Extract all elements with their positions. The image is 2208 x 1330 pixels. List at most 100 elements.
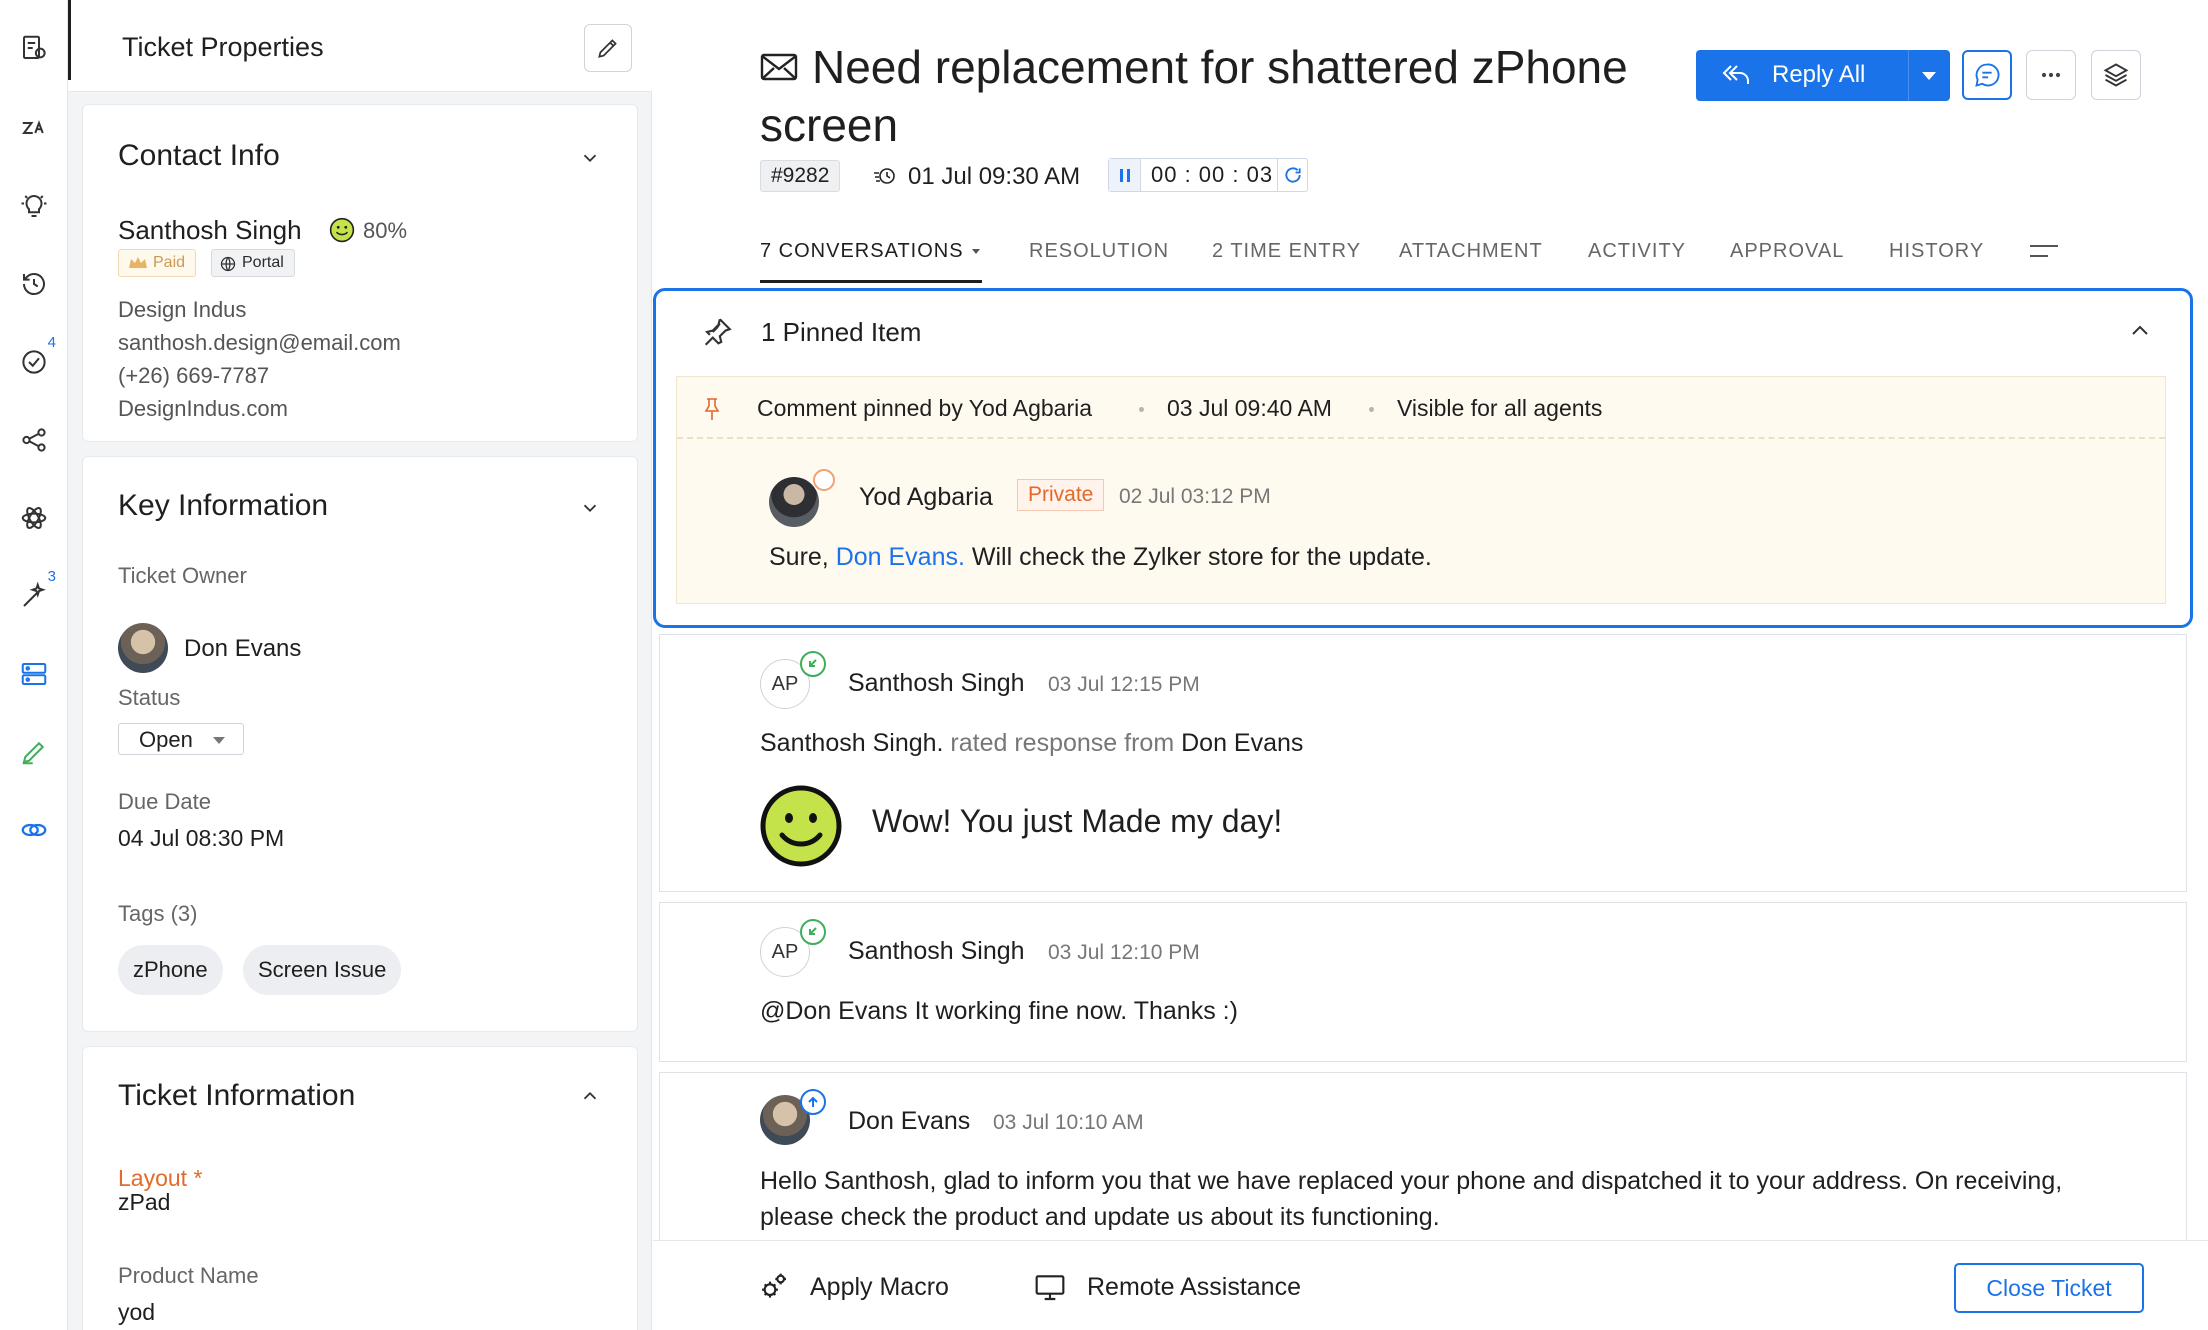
conversation-author[interactable]: Santhosh Singh (848, 669, 1025, 698)
icon-rail: 4 3 (0, 0, 68, 1330)
reply-all-button[interactable]: Reply All (1696, 50, 1950, 101)
active-indicator (68, 0, 71, 80)
rating-text: Wow! You just Made my day! (872, 803, 1283, 839)
tab-time-entry[interactable]: 2 TIME ENTRY (1212, 240, 1361, 263)
active-tab-underline (760, 280, 982, 283)
conversation-item: Don Evans 03 Jul 10:10 AM Hello Santhosh… (659, 1072, 2187, 1247)
separator-dot (1369, 407, 1374, 412)
status-label: Status (118, 685, 181, 710)
product-name-value[interactable]: yod (118, 1299, 155, 1326)
translate-icon[interactable] (14, 108, 54, 148)
apply-macro-button[interactable]: Apply Macro (810, 1273, 949, 1302)
tab-approval[interactable]: APPROVAL (1730, 240, 1844, 263)
magic-wand-icon[interactable]: 3 (14, 568, 56, 616)
tab-attachment[interactable]: ATTACHMENT (1399, 240, 1543, 263)
edit-properties-button[interactable] (584, 24, 632, 72)
pinned-items-panel: 1 Pinned Item Comment pinned by Yod Agba… (653, 288, 2193, 628)
tag-chip[interactable]: Screen Issue (243, 945, 402, 995)
due-clock-icon (874, 168, 895, 184)
atom-icon[interactable] (14, 498, 54, 538)
timer-value: 00 : 00 : 03 (1151, 162, 1274, 187)
reset-timer-button[interactable] (1277, 159, 1307, 191)
link-icon[interactable] (14, 810, 54, 850)
chevron-up-icon[interactable] (2128, 321, 2152, 339)
properties-title: Ticket Properties (122, 32, 324, 62)
tab-menu-icon[interactable] (2030, 244, 2058, 258)
layout-value[interactable]: zPad (118, 1189, 170, 1216)
contact-info-heading: Contact Info (118, 139, 280, 172)
contact-phone[interactable]: (+26) 669-7787 (118, 363, 269, 389)
pinned-heading: 1 Pinned Item (761, 317, 922, 347)
pause-timer-button[interactable] (1109, 159, 1141, 191)
yod-avatar (769, 477, 819, 527)
storage-icon[interactable] (14, 654, 54, 694)
pencil-icon (598, 39, 617, 58)
mention-link[interactable]: Don Evans. (836, 543, 965, 571)
ticket-properties-icon[interactable] (14, 28, 54, 68)
tasks-badge: 4 (47, 334, 56, 351)
incoming-icon (800, 919, 826, 945)
ticket-information-heading: Ticket Information (118, 1079, 356, 1112)
conversation-time: 03 Jul 10:10 AM (993, 1111, 1144, 1134)
layers-button[interactable] (2091, 50, 2141, 100)
owner-avatar (118, 623, 168, 673)
conversation-item: AP Santhosh Singh 03 Jul 12:15 PM Santho… (659, 634, 2187, 892)
more-options-button[interactable] (2026, 50, 2076, 100)
smiley-icon (329, 217, 355, 243)
tag-chip[interactable]: zPhone (118, 945, 223, 995)
lightbulb-icon[interactable] (14, 186, 54, 226)
wand-badge: 3 (47, 568, 56, 585)
portal-badge: Portal (211, 249, 295, 277)
contact-name[interactable]: Santhosh Singh (118, 215, 302, 246)
globe-icon (220, 256, 236, 272)
status-dropdown[interactable]: Open (118, 723, 244, 755)
comment-icon (1975, 63, 2000, 87)
outgoing-icon (800, 1089, 826, 1115)
pinned-comment: Comment pinned by Yod Agbaria 03 Jul 09:… (676, 376, 2166, 604)
chevron-up-icon[interactable] (579, 1085, 601, 1107)
reply-dropdown-icon[interactable] (1922, 72, 1936, 80)
caret-down-icon (213, 737, 225, 744)
caret-down-icon (971, 249, 980, 254)
ticket-information-card: Ticket Information Layout * zPad Product… (82, 1046, 638, 1330)
comment-author[interactable]: Yod Agbaria (859, 483, 993, 512)
happy-rating-icon (760, 785, 842, 867)
tags-label: Tags (3) (118, 901, 198, 926)
conversation-text: @Don Evans It working fine now. Thanks :… (760, 997, 1238, 1025)
contact-website[interactable]: DesignIndus.com (118, 396, 288, 422)
conversation-time: 03 Jul 12:15 PM (1048, 673, 1200, 696)
csat-score: 80% (363, 218, 408, 243)
pin-visibility: Visible for all agents (1397, 395, 1603, 421)
pen-icon[interactable] (14, 732, 54, 772)
remote-assistance-button[interactable]: Remote Assistance (1087, 1273, 1301, 1302)
crown-icon (129, 257, 147, 268)
conversation-item: AP Santhosh Singh 03 Jul 12:10 PM @Don E… (659, 902, 2187, 1062)
owner-name[interactable]: Don Evans (184, 635, 301, 663)
conversation-author[interactable]: Don Evans (848, 1107, 970, 1136)
product-name-label: Product Name (118, 1263, 259, 1288)
macro-gears-icon (762, 1273, 786, 1298)
conversation-author[interactable]: Santhosh Singh (848, 937, 1025, 966)
tab-conversations[interactable]: 7 CONVERSATIONS (760, 240, 980, 263)
ticket-id: #9282 (760, 160, 841, 192)
chevron-down-icon[interactable] (579, 147, 601, 169)
history-icon[interactable] (14, 264, 54, 304)
tasks-icon[interactable]: 4 (14, 334, 56, 382)
contact-email[interactable]: santhosh.design@email.com (118, 330, 401, 356)
contact-info-card: Contact Info Santhosh Singh 80% Paid Por… (82, 104, 638, 442)
refresh-icon (1285, 167, 1301, 183)
comment-button[interactable] (1962, 50, 2012, 100)
pinned-by: Comment pinned by Yod Agbaria (757, 395, 1093, 421)
tab-resolution[interactable]: RESOLUTION (1029, 240, 1169, 263)
key-information-card: Key Information Ticket Owner Don Evans S… (82, 456, 638, 1032)
conversation-text: Hello Santhosh, glad to inform you that … (760, 1167, 2063, 1231)
paid-label: Paid (153, 254, 186, 271)
tab-activity[interactable]: ACTIVITY (1588, 240, 1686, 263)
share-icon[interactable] (14, 420, 54, 460)
chevron-down-icon[interactable] (579, 497, 601, 519)
tab-history[interactable]: HISTORY (1889, 240, 1984, 263)
close-ticket-button[interactable]: Close Ticket (1954, 1263, 2144, 1313)
ellipsis-icon (2041, 72, 2061, 78)
properties-header: Ticket Properties (68, 0, 652, 92)
due-date-value[interactable]: 04 Jul 08:30 PM (118, 825, 284, 852)
